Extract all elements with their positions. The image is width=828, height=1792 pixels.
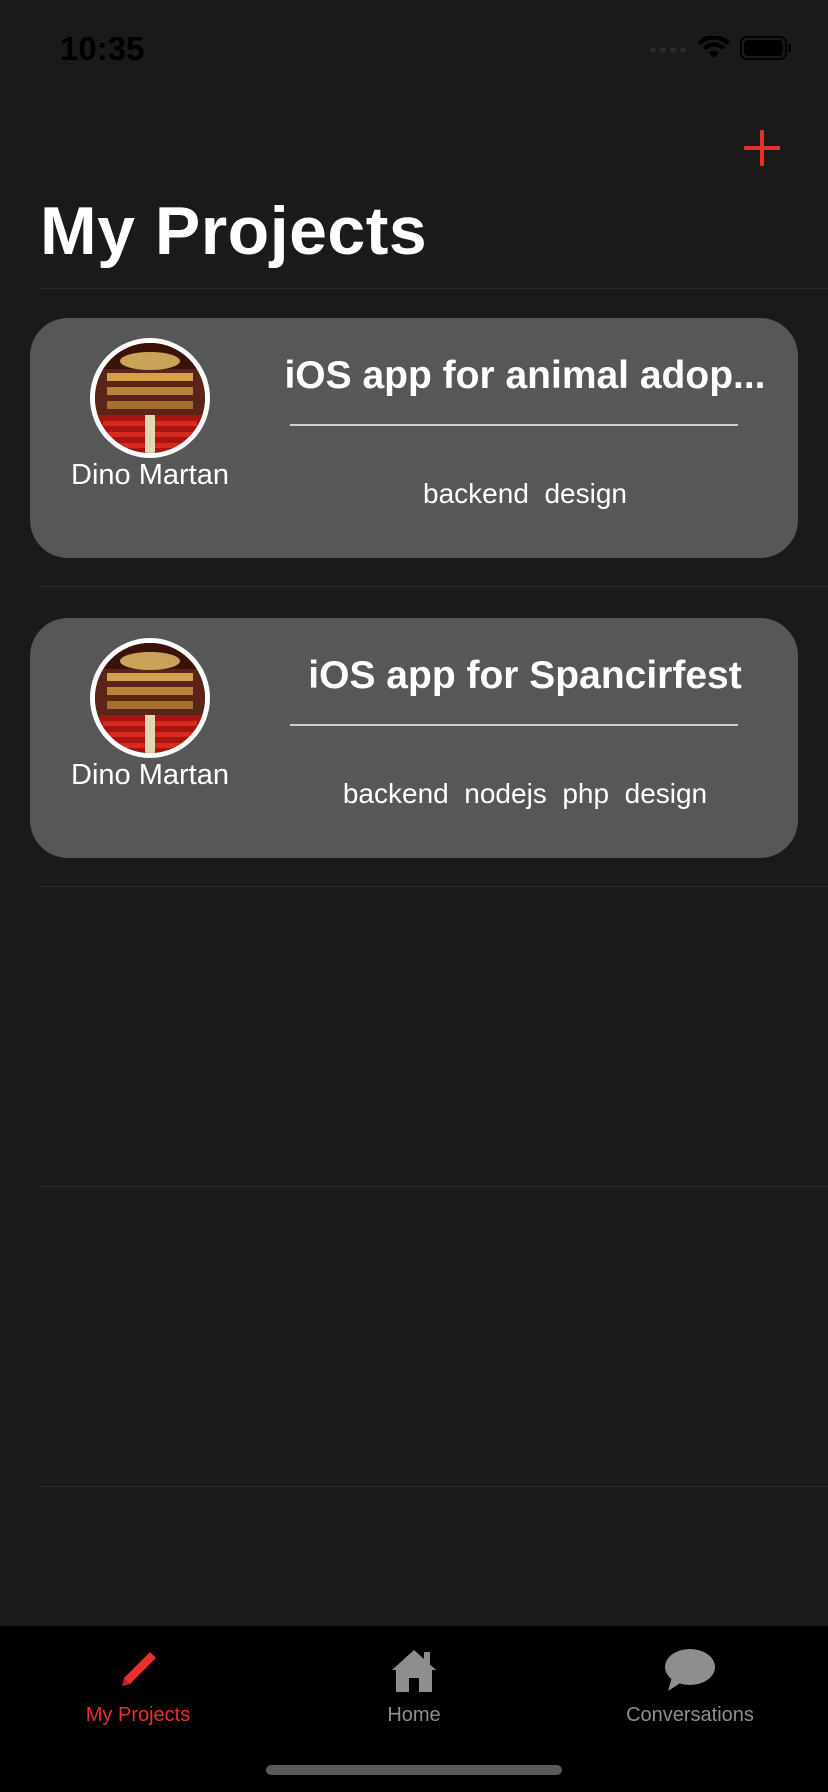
- cellular-icon: [650, 47, 686, 53]
- status-indicators: [648, 36, 792, 60]
- owner-name: Dino Martan: [71, 459, 229, 491]
- plus-icon: [744, 130, 780, 166]
- list-separator: [40, 288, 828, 289]
- list-separator: [40, 1186, 828, 1187]
- wifi-icon: [698, 36, 730, 58]
- navigation-bar: My Projects: [0, 100, 828, 290]
- tab-label: Home: [387, 1704, 441, 1726]
- status-bar: 10:35: [0, 0, 828, 100]
- theater-photo-icon: [95, 643, 205, 753]
- owner-name: Dino Martan: [71, 759, 229, 791]
- theater-photo-icon: [95, 343, 205, 453]
- project-tags: backend design: [423, 478, 627, 509]
- project-title: iOS app for Spancirfest: [308, 654, 742, 697]
- house-icon: [392, 1650, 436, 1692]
- project-title: iOS app for animal adop...: [284, 354, 766, 397]
- tab-label: Conversations: [626, 1704, 754, 1726]
- page-title: My Projects: [40, 193, 428, 269]
- project-tags: backend nodejs php design: [342, 778, 708, 809]
- pencil-icon: [122, 1652, 156, 1686]
- battery-icon: [740, 36, 791, 60]
- list-separator: [40, 586, 828, 587]
- status-time: 10:35: [60, 30, 145, 67]
- tab-label: My Projects: [85, 1704, 191, 1726]
- tab-conversations[interactable]: Conversations: [552, 1644, 828, 1734]
- list-separator: [40, 1486, 828, 1487]
- title-divider: [290, 424, 738, 426]
- speech-bubble-icon: [665, 1649, 715, 1691]
- title-divider: [290, 724, 738, 726]
- project-card[interactable]: Dino Martan iOS app for animal adop... b…: [30, 318, 798, 558]
- project-card[interactable]: Dino Martan iOS app for Spancirfest back…: [30, 618, 798, 858]
- owner-avatar: [90, 638, 210, 758]
- tab-my-projects[interactable]: My Projects: [0, 1644, 276, 1734]
- owner-avatar: [90, 338, 210, 458]
- home-indicator[interactable]: [266, 1765, 562, 1775]
- tab-home[interactable]: Home: [276, 1644, 552, 1734]
- list-separator: [40, 886, 828, 887]
- add-project-button[interactable]: [736, 122, 788, 174]
